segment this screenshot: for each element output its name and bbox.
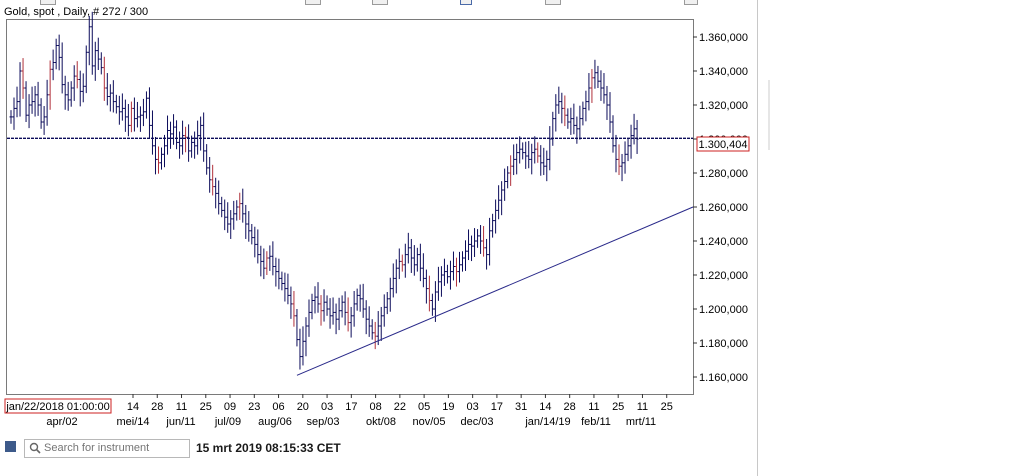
y-tick-label: 1.220,000: [699, 270, 748, 282]
x-month-label: jan/14/19: [524, 416, 570, 428]
x-tick-label: 28: [151, 401, 163, 413]
y-tick-label: 1.360,000: [699, 32, 748, 44]
x-tick-label: 09: [224, 401, 236, 413]
y-tick-label: 1.180,000: [699, 338, 748, 350]
x-axis: 14 28 11 25 09 23 06 20 03 17 08 22 05 19 03 17 31 14 28 11…: [46, 394, 673, 428]
x-tick-label: 08: [369, 401, 381, 413]
first-bar-date-marker: jan/22/2018 01:00:00: [4, 398, 112, 414]
y-axis: 1.160,000 1.180,000 1.200,000 1.220,000 1.24…: [693, 32, 748, 384]
x-tick-label: 22: [394, 401, 406, 413]
x-month-label: jun/11: [165, 416, 195, 428]
x-tick-label: 25: [200, 401, 212, 413]
y-tick-label: 1.260,000: [699, 202, 748, 214]
x-tick-label: 05: [418, 401, 430, 413]
x-month-label: jul/09: [214, 416, 241, 428]
y-tick-label: 1.320,000: [699, 100, 748, 112]
search-input[interactable]: [44, 440, 184, 455]
chart-root: Gold, spot , Daily, # 272 / 300 1.160,00…: [0, 0, 1025, 476]
x-month-label: aug/06: [258, 416, 292, 428]
side-strip: [768, 80, 770, 150]
x-tick-label: 17: [345, 401, 357, 413]
first-bar-date-label: jan/22/2018 01:00:00: [5, 401, 109, 413]
panel-divider: [757, 0, 758, 476]
x-tick-label: 23: [248, 401, 260, 413]
x-month-label: okt/08: [366, 416, 396, 428]
status-timestamp: 15 mrt 2019 08:15:33 CET: [196, 441, 341, 455]
y-tick-label: 1.340,000: [699, 66, 748, 78]
square-icon[interactable]: [5, 441, 16, 452]
x-tick-label: 25: [661, 401, 673, 413]
x-tick-label: 11: [176, 401, 187, 413]
y-tick-label: 1.200,000: [699, 304, 748, 316]
x-tick-label: 11: [588, 401, 599, 413]
price-chart[interactable]: 1.160,000 1.180,000 1.200,000 1.220,000 1.24…: [0, 0, 757, 436]
x-month-label: sep/03: [306, 416, 339, 428]
x-tick-label: 17: [491, 401, 503, 413]
current-price-marker: 1.300,404: [696, 136, 750, 152]
x-tick-label: 31: [515, 401, 527, 413]
x-tick-label: 28: [564, 401, 576, 413]
y-tick-label: 1.160,000: [699, 372, 748, 384]
x-tick-label: 19: [442, 401, 454, 413]
x-tick-label: 14: [539, 401, 551, 413]
search-icon: [29, 442, 41, 454]
x-tick-label: 03: [467, 401, 479, 413]
y-tick-label: 1.280,000: [699, 168, 748, 180]
x-month-label: mei/14: [116, 416, 149, 428]
x-month-label: apr/02: [46, 416, 77, 428]
x-month-label: dec/03: [460, 416, 493, 428]
x-month-label: nov/05: [412, 416, 445, 428]
x-tick-label: 25: [612, 401, 624, 413]
x-tick-label: 11: [637, 401, 648, 413]
x-tick-label: 20: [297, 401, 309, 413]
x-tick-label: 03: [321, 401, 333, 413]
x-tick-label: 14: [127, 401, 139, 413]
x-month-label: mrt/11: [626, 416, 656, 428]
y-tick-label: 1.240,000: [699, 236, 748, 248]
x-month-label: feb/11: [581, 416, 611, 428]
current-price-label: 1.300,404: [699, 139, 748, 151]
x-tick-label: 06: [272, 401, 284, 413]
plot-area-frame: [6, 19, 694, 395]
